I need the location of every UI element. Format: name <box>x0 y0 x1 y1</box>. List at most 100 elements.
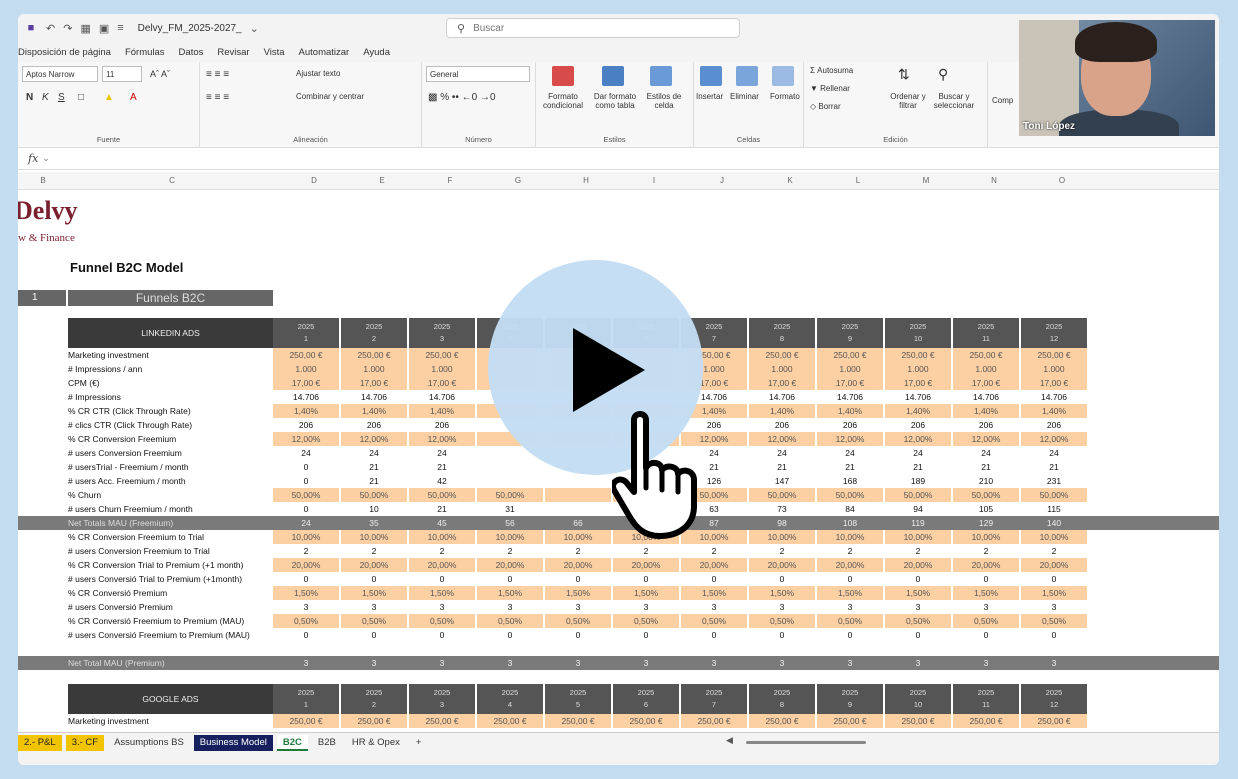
table-cell[interactable]: 21 <box>953 460 1019 474</box>
fill-button[interactable]: ▼ Rellenar <box>810 84 850 93</box>
table-cell[interactable]: 2 <box>341 544 407 558</box>
table-cell[interactable]: 12,00% <box>749 432 815 446</box>
table-cell[interactable]: 1,40% <box>885 404 951 418</box>
table-cell[interactable]: 1.000 <box>817 362 883 376</box>
row-label[interactable]: # users Conversió Freemium to Premium (M… <box>68 628 276 642</box>
delete-cells-icon[interactable] <box>736 66 758 86</box>
table-cell[interactable]: 250,00 € <box>817 714 883 728</box>
table-cell[interactable]: 0 <box>953 628 1019 642</box>
table-cell[interactable]: 250,00 € <box>749 348 815 362</box>
table-cell[interactable]: 0 <box>681 628 747 642</box>
column-header[interactable]: C <box>92 176 252 185</box>
table-cell[interactable]: 250,00 € <box>341 348 407 362</box>
table-cell[interactable]: 1,40% <box>1021 404 1087 418</box>
row-label[interactable]: Net Total MAU (Premium) <box>68 656 276 670</box>
table-cell[interactable]: 20,00% <box>477 558 543 572</box>
table-cell[interactable]: 3 <box>273 600 339 614</box>
table-cell[interactable]: 14.706 <box>749 390 815 404</box>
table-cell[interactable]: 1,50% <box>749 586 815 600</box>
table-cell[interactable]: 0,50% <box>613 614 679 628</box>
row-label[interactable]: # users Conversió Premium <box>68 600 276 614</box>
table-cell[interactable]: 1,50% <box>545 586 611 600</box>
row-label[interactable]: Marketing investment <box>68 714 276 728</box>
table-cell[interactable]: 14.706 <box>341 390 407 404</box>
insert-cells-icon[interactable] <box>700 66 722 86</box>
table-cell[interactable]: 3 <box>749 600 815 614</box>
table-cell[interactable]: 14.706 <box>953 390 1019 404</box>
clear-button[interactable]: ◇ Borrar <box>810 102 841 111</box>
row-label[interactable]: Marketing investment <box>68 348 276 362</box>
table-cell[interactable]: 147 <box>749 474 815 488</box>
table-cell[interactable]: 250,00 € <box>477 714 543 728</box>
table-cell[interactable]: 3 <box>341 656 407 670</box>
table-cell[interactable]: 94 <box>885 502 951 516</box>
table-cell[interactable]: 21 <box>749 460 815 474</box>
format-as-table-button[interactable]: Dar formato como tabla <box>588 92 642 110</box>
scroll-left-icon[interactable]: ◀ <box>726 735 733 746</box>
table-cell[interactable]: 115 <box>1021 502 1087 516</box>
row-label[interactable]: CPM (€) <box>68 376 276 390</box>
table-cell[interactable]: 2 <box>613 544 679 558</box>
table-cell[interactable]: 0,50% <box>885 614 951 628</box>
table-cell[interactable]: 3 <box>1021 656 1087 670</box>
table-cell[interactable]: 0 <box>273 628 339 642</box>
table-cell[interactable]: 1.000 <box>341 362 407 376</box>
number-format-select[interactable]: General <box>426 66 530 82</box>
row-label[interactable]: % Churn <box>68 488 276 502</box>
table-cell[interactable]: 2 <box>477 544 543 558</box>
table-cell[interactable]: 10,00% <box>545 530 611 544</box>
undo-icon[interactable]: ↶ <box>46 22 55 35</box>
font-size-select[interactable]: 11 <box>102 66 142 82</box>
table-cell[interactable]: 50,00% <box>341 488 407 502</box>
table-cell[interactable]: 50,00% <box>953 488 1019 502</box>
table-cell[interactable]: 1.000 <box>1021 362 1087 376</box>
row-label[interactable]: # users Churn Freemium / month <box>68 502 276 516</box>
table-cell[interactable]: 12,00% <box>409 432 475 446</box>
table-cell[interactable]: 0 <box>477 628 543 642</box>
table-cell[interactable]: 0 <box>613 628 679 642</box>
table-cell[interactable]: 3 <box>409 600 475 614</box>
table-cell[interactable]: 0 <box>273 502 339 516</box>
sheet-tab[interactable]: Business Model <box>193 734 273 751</box>
table-cell[interactable]: 3 <box>273 656 339 670</box>
table-cell[interactable]: 21 <box>817 460 883 474</box>
table-cell[interactable]: 250,00 € <box>273 714 339 728</box>
table-cell[interactable]: 73 <box>749 502 815 516</box>
table-cell[interactable]: 3 <box>409 656 475 670</box>
table-cell[interactable]: 1,50% <box>273 586 339 600</box>
table-cell[interactable]: 1,50% <box>1021 586 1087 600</box>
table-cell[interactable]: 1,50% <box>885 586 951 600</box>
column-header[interactable]: N <box>960 176 1028 185</box>
table-cell[interactable]: 24 <box>1021 446 1087 460</box>
table-cell[interactable]: 50,00% <box>409 488 475 502</box>
table-cell[interactable]: 3 <box>613 656 679 670</box>
table-cell[interactable]: 2 <box>817 544 883 558</box>
table-cell[interactable]: 1.000 <box>409 362 475 376</box>
table-cell[interactable]: 1,40% <box>273 404 339 418</box>
table-cell[interactable]: 17,00 € <box>817 376 883 390</box>
column-header[interactable]: B <box>18 176 68 185</box>
table-cell[interactable]: 1.000 <box>749 362 815 376</box>
table-cell[interactable]: 12,00% <box>885 432 951 446</box>
table-cell[interactable]: 3 <box>681 656 747 670</box>
table-cell[interactable]: 0,50% <box>409 614 475 628</box>
table-cell[interactable]: 250,00 € <box>341 714 407 728</box>
table-cell[interactable]: 35 <box>341 516 407 530</box>
table-cell[interactable]: 0 <box>477 572 543 586</box>
menu-item[interactable]: Datos <box>179 47 204 58</box>
italic-icon[interactable]: K <box>42 92 49 103</box>
insert-button[interactable]: Insertar <box>696 92 723 101</box>
table-cell[interactable]: 20,00% <box>681 558 747 572</box>
row-label[interactable]: # users Acc. Freemium / month <box>68 474 276 488</box>
sheet-tab[interactable]: Assumptions BS <box>108 735 190 751</box>
table-cell[interactable]: 0,50% <box>681 614 747 628</box>
table-cell[interactable]: 3 <box>1021 600 1087 614</box>
table-cell[interactable]: 14.706 <box>1021 390 1087 404</box>
grid-icon[interactable]: ▦ <box>80 22 90 35</box>
format-button[interactable]: Formato <box>770 92 800 101</box>
table-cell[interactable]: 2 <box>953 544 1019 558</box>
table-cell[interactable]: 3 <box>885 656 951 670</box>
sheet-tab[interactable]: 2.- P&L <box>18 734 62 751</box>
table-cell[interactable]: 250,00 € <box>953 714 1019 728</box>
menu-item[interactable]: Disposición de página <box>18 47 111 58</box>
